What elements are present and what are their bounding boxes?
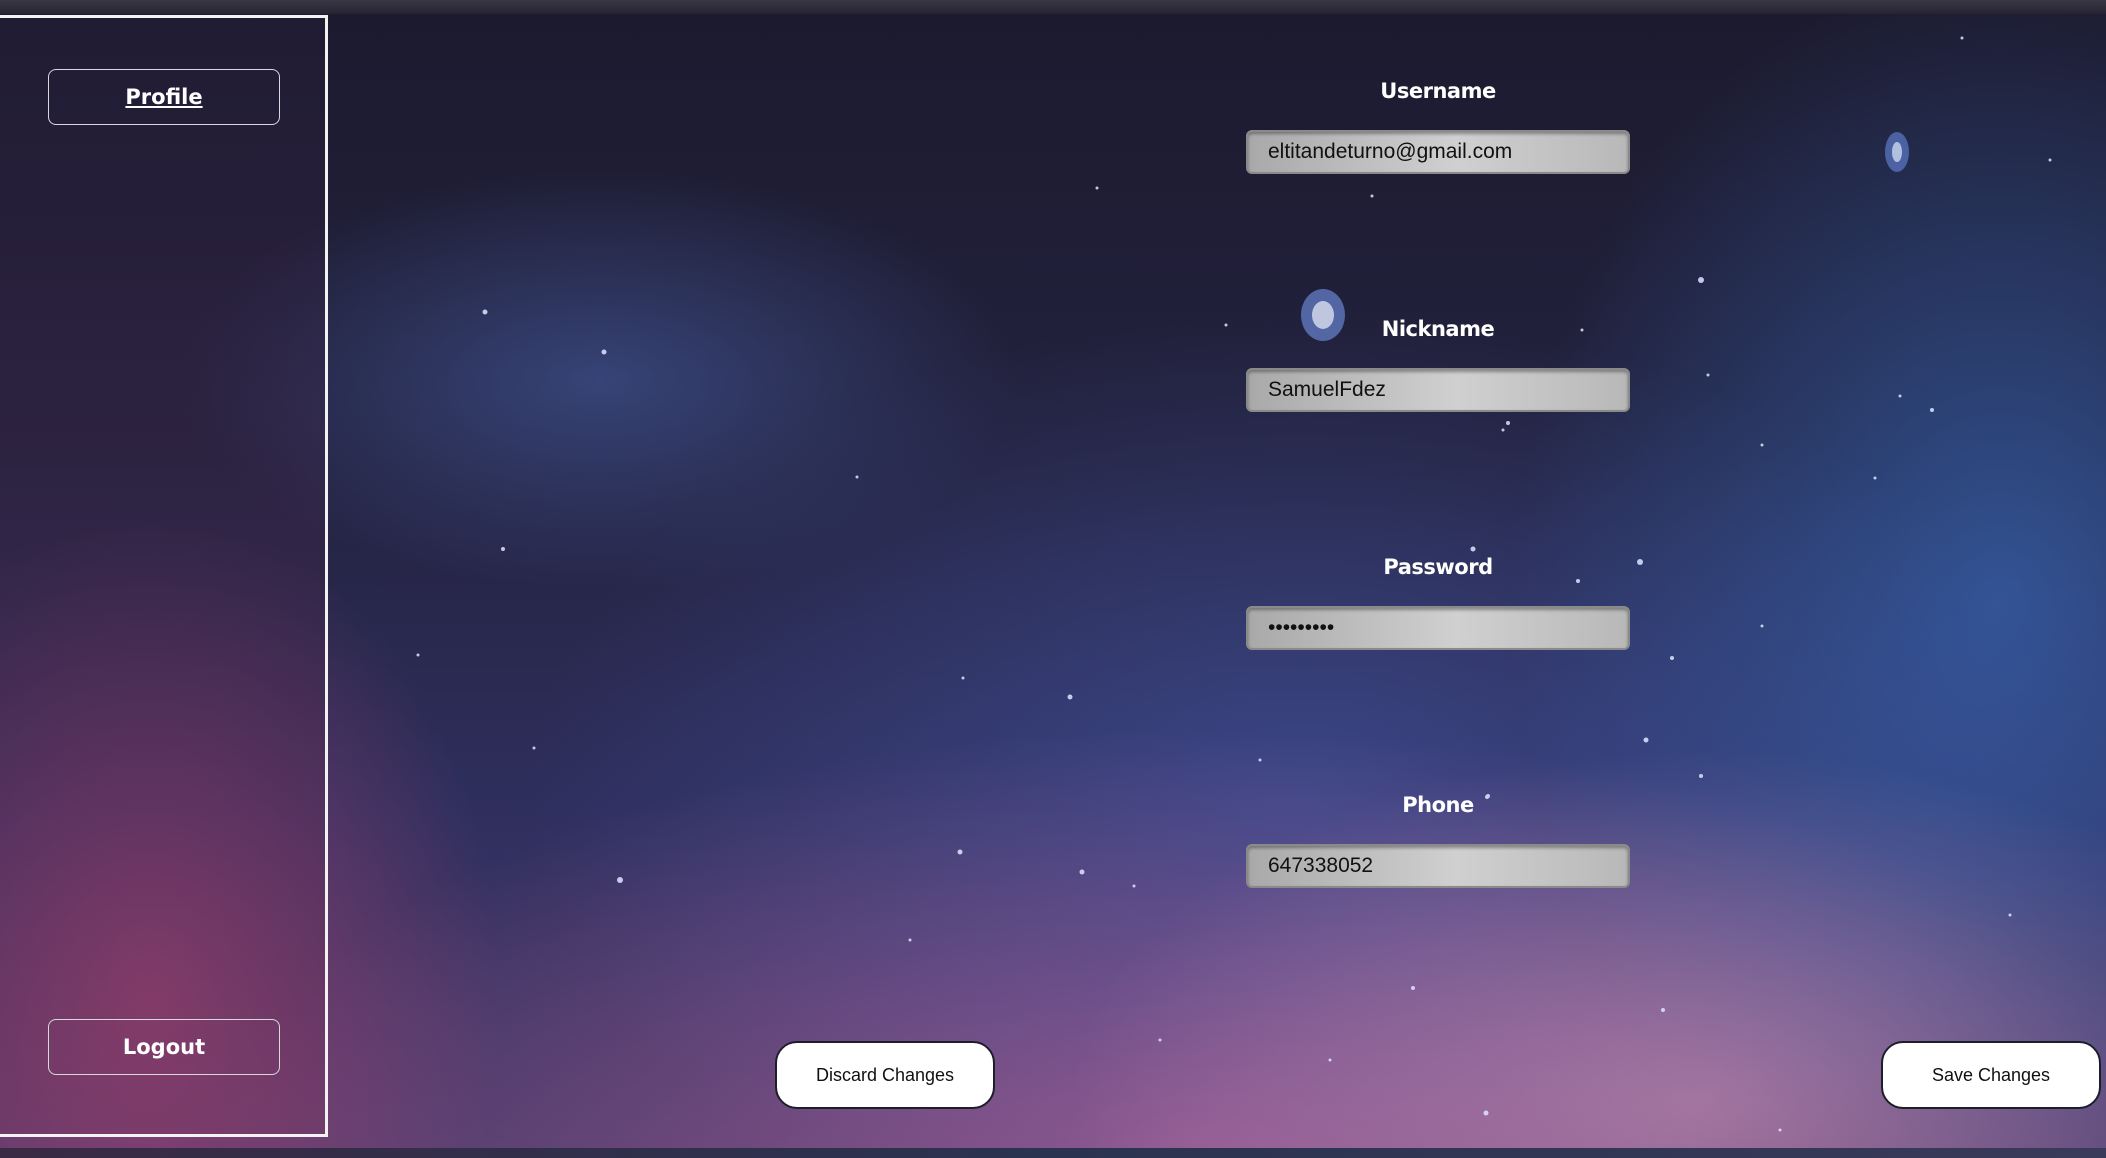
- nickname-label: Nickname: [1381, 317, 1495, 341]
- logout-button[interactable]: Logout: [48, 1019, 280, 1075]
- username-field[interactable]: [1246, 130, 1630, 174]
- username-label: Username: [1380, 79, 1496, 103]
- bottom-window-bar: [0, 1148, 2106, 1158]
- profile-nav-button[interactable]: Profile: [48, 69, 280, 125]
- password-field[interactable]: [1246, 606, 1630, 650]
- save-changes-button[interactable]: Save Changes: [1881, 1041, 2101, 1109]
- discard-changes-button[interactable]: Discard Changes: [775, 1041, 995, 1109]
- nickname-field[interactable]: [1246, 368, 1630, 412]
- phone-label: Phone: [1402, 793, 1474, 817]
- password-label: Password: [1383, 555, 1493, 579]
- phone-field[interactable]: [1246, 844, 1630, 888]
- top-window-bar: [0, 0, 2106, 14]
- sidebar: Profile Logout: [0, 15, 328, 1137]
